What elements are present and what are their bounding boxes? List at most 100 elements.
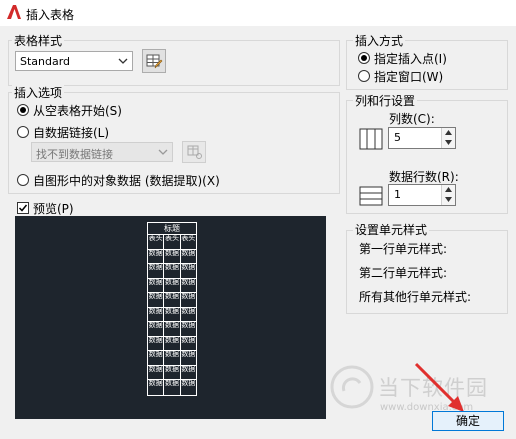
preview-data-row: 数据 数据 数据: [148, 336, 196, 351]
preview-data-cell: 数据: [181, 293, 196, 300]
preview-data-cell: 数据: [181, 365, 196, 373]
preview-table-title: 标题: [148, 223, 196, 235]
preview-data-cell: 数据: [148, 293, 165, 307]
table-style-label: 表格样式: [12, 32, 65, 49]
other-rows-style-label: 所有其他行单元样式:: [359, 290, 472, 304]
preview-data-cell: 数据: [181, 380, 196, 387]
first-row-style-label: 第一行单元样式:: [359, 242, 448, 256]
columns-label: 列数(C):: [389, 112, 435, 126]
from-empty-radio[interactable]: [17, 104, 29, 116]
columns-value: 5: [394, 131, 401, 144]
chevron-down-icon: [158, 149, 168, 155]
from-empty-label[interactable]: 从空表格开始(S): [33, 102, 122, 119]
columns-input[interactable]: 5: [388, 127, 456, 149]
preview-data-row: 数据 数据 数据: [148, 264, 196, 279]
from-objects-label[interactable]: 自图形中的对象数据 (数据提取)(X): [33, 172, 220, 189]
preview-data-cell: 数据: [148, 264, 165, 278]
table-style-select[interactable]: Standard: [15, 51, 133, 71]
ok-button-label: 确定: [455, 414, 480, 428]
insert-point-label[interactable]: 指定插入点(I): [374, 50, 447, 67]
data-link-value: 找不到数据链接: [36, 148, 113, 161]
caret-down-icon: [445, 140, 452, 145]
red-arrow-annotation-icon: [414, 362, 464, 412]
preview-data-row: 数据 数据 数据: [148, 249, 196, 264]
preview-data-row: 数据 数据 数据: [148, 380, 196, 395]
window-title: 插入表格: [26, 8, 75, 22]
caret-up-icon: [445, 187, 452, 192]
preview-data-cell: 数据: [164, 351, 181, 365]
rows-down-button[interactable]: [441, 195, 455, 205]
preview-header-row: 表头 表头 表头: [148, 235, 196, 250]
rows-value: 1: [394, 188, 401, 201]
chevron-down-icon: [118, 58, 128, 64]
from-objects-radio[interactable]: [17, 174, 29, 186]
preview-data-cell: 数据: [164, 365, 181, 379]
preview-data-row: 数据 数据 数据: [148, 278, 196, 293]
columns-down-button[interactable]: [441, 138, 455, 148]
rows-icon: [359, 186, 383, 206]
preview-data-cell: 数据: [148, 336, 165, 350]
preview-data-cell: 数据: [148, 249, 165, 263]
preview-data-cell: 数据: [164, 307, 181, 321]
preview-data-cell: 数据: [148, 351, 165, 365]
preview-data-cell: 数据: [148, 307, 165, 321]
preview-header-cell: 表头: [164, 235, 181, 249]
preview-data-cell: 数据: [181, 336, 196, 344]
preview-table: 标题 表头 表头 表头 数据 数据 数据 数据 数据 数据 数据 数据 数据 数据 数据 数据 数据 数据 数据数…: [147, 222, 197, 396]
preview-data-cell: 数据: [164, 264, 181, 278]
preview-data-cell: 数据: [181, 307, 196, 315]
insert-window-radio[interactable]: [358, 70, 370, 82]
preview-data-cell: 数据: [148, 322, 165, 336]
second-row-style-label: 第二行单元样式:: [359, 266, 448, 280]
preview-data-cell: 数据: [181, 249, 196, 257]
data-link-select[interactable]: 找不到数据链接: [31, 142, 173, 162]
columns-up-button[interactable]: [441, 128, 455, 138]
table-style-value: Standard: [20, 55, 71, 68]
preview-data-cell: 数据: [164, 322, 181, 336]
columns-icon: [359, 128, 383, 150]
preview-data-row: 数据 数据 数据: [148, 307, 196, 322]
preview-data-row: 数据 数据 数据: [148, 365, 196, 380]
preview-data-cell: 数据: [148, 365, 165, 379]
preview-data-cell: 数据: [164, 249, 181, 263]
caret-up-icon: [445, 130, 452, 135]
preview-data-row: 数据 数据 数据: [148, 293, 196, 308]
preview-data-cell: 数据: [148, 380, 165, 395]
checkmark-icon: [18, 204, 28, 212]
title-bar: [0, 0, 516, 26]
preview-checkbox[interactable]: [17, 202, 29, 214]
caret-down-icon: [445, 197, 452, 202]
watermark-logo-icon: [330, 365, 374, 409]
preview-data-cell: 数据: [181, 322, 196, 329]
autocad-logo-icon: [7, 5, 21, 19]
data-link-manager-button[interactable]: [182, 141, 206, 163]
preview-data-cell: 数据: [181, 264, 196, 271]
insert-window-label[interactable]: 指定窗口(W): [374, 68, 443, 85]
preview-data-cell: 数据: [148, 278, 165, 292]
rows-up-button[interactable]: [441, 185, 455, 195]
insert-options-label: 插入选项: [12, 84, 65, 101]
table-style-dialog-button[interactable]: [142, 49, 166, 73]
table-preview: 标题 表头 表头 表头 数据 数据 数据 数据 数据 数据 数据 数据 数据 数据 数据 数据 数据 数据 数据数…: [15, 216, 326, 419]
rows-input[interactable]: 1: [388, 184, 456, 206]
preview-data-cell: 数据: [164, 336, 181, 350]
table-edit-icon: [146, 54, 163, 69]
preview-data-cell: 数据: [181, 278, 196, 286]
preview-label[interactable]: 预览(P): [33, 200, 74, 217]
preview-data-cell: 数据: [164, 380, 181, 395]
ok-button[interactable]: 确定: [432, 411, 504, 431]
preview-data-cell: 数据: [181, 351, 196, 358]
column-row-label: 列和行设置: [353, 92, 418, 109]
preview-data-row: 数据 数据 数据: [148, 351, 196, 366]
preview-header-cell: 表头: [181, 235, 196, 242]
from-data-link-radio[interactable]: [17, 126, 29, 138]
preview-data-row: 数据 数据 数据: [148, 322, 196, 337]
from-data-link-label[interactable]: 自数据链接(L): [33, 124, 109, 141]
insert-method-label: 插入方式: [353, 32, 406, 49]
preview-data-cell: 数据: [164, 293, 181, 307]
preview-header-cell: 表头: [148, 235, 165, 249]
preview-data-cell: 数据: [164, 278, 181, 292]
cell-styles-label: 设置单元样式: [353, 221, 430, 238]
insert-point-radio[interactable]: [358, 52, 370, 64]
rows-label: 数据行数(R):: [389, 170, 459, 184]
